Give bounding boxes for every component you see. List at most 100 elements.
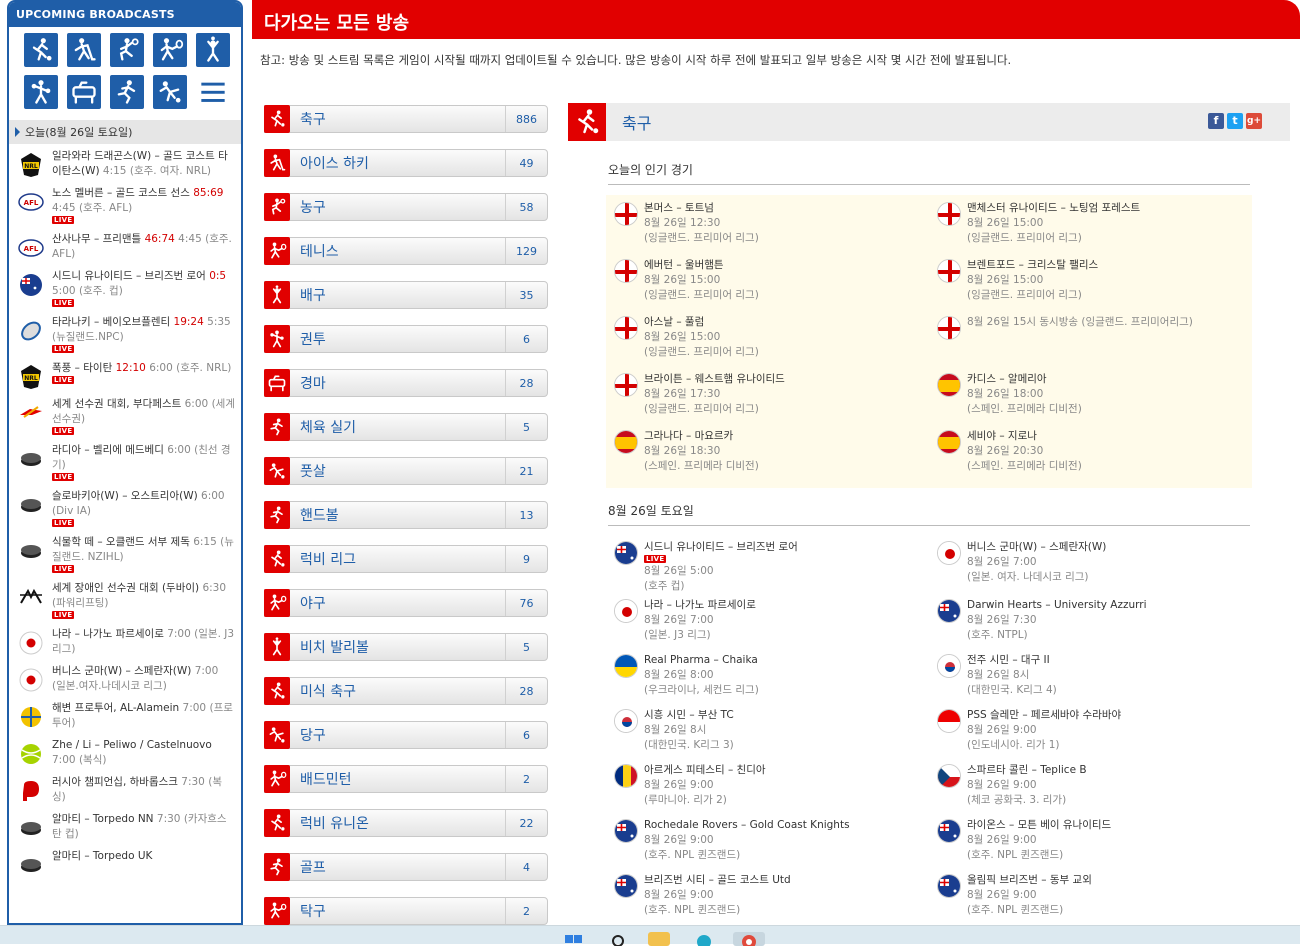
match-title[interactable]: 시흥 시민 – 부산 TC [644,708,734,723]
match-item[interactable]: 브라이튼 – 웨스트햄 유나이티드 8월 26일 17:30 (잉글랜드. 프리미어… [606,370,929,427]
match-title[interactable]: 브라이튼 – 웨스트햄 유나이티드 [644,372,785,387]
futsal-icon[interactable] [153,75,187,109]
sport-item-horse-racing[interactable]: 경마 28 [264,369,548,397]
hockey-icon[interactable] [67,33,101,67]
broadcast-item[interactable]: 나라 – 나가노 파르세이로 7:00 (일본. J3 리그) [9,624,241,661]
broadcast-item[interactable]: 버니스 군마(W) – 스페란자(W) 7:00 (일본.여자.나데시코 리그) [9,661,241,698]
sport-item-tennis[interactable]: 테니스 129 [264,237,548,265]
match-item[interactable]: 전주 시민 – 대구 II 8월 26일 8시 (대한민국. K리그 4) [929,651,1252,706]
match-item[interactable]: 시드니 유나이티드 – 브리즈번 로어 LIVE 8월 26일 5:00 (호주 컵) [606,538,929,596]
horse-racing-icon[interactable] [67,75,101,109]
menu-icon[interactable] [196,75,230,109]
match-title[interactable]: 아스날 – 풀럼 [644,315,759,330]
match-item[interactable]: Darwin Hearts – University Azzurri 8월 26일… [929,596,1252,651]
match-title[interactable]: 그라나다 – 마요르카 [644,429,759,444]
sport-item-soccer[interactable]: 축구 886 [264,105,548,133]
broadcast-item[interactable]: Zhe / Li – Peliwo / Castelnuovo 7:00 (복식… [9,735,241,772]
match-item[interactable]: 8월 26일 15시 동시방송 (잉글랜드. 프리미어리그) [929,313,1252,370]
match-title[interactable]: 브렌트포드 – 크리스탈 팰리스 [967,258,1098,273]
broadcast-item[interactable]: 세계 선수권 대회, 부다페스트 6:00 (세계 선수권) LIVE [9,394,241,440]
basketball-icon[interactable] [110,33,144,67]
broadcast-item[interactable]: AFL 노스 멜버른 – 골드 코스트 선스 85:69 4:45 (호주. AF… [9,183,241,229]
broadcast-item[interactable]: NRL 폭풍 – 타이탄 12:10 6:00 (호주. NRL) LIVE [9,358,241,394]
sport-item-basketball[interactable]: 농구 58 [264,193,548,221]
broadcast-item[interactable]: 세계 장애인 선수권 대회 (두바이) 6:30 (파워리프팅) LIVE [9,578,241,624]
sport-item-rugby-league[interactable]: 럭비 리그 9 [264,545,548,573]
sport-item-beach-volleyball[interactable]: 비치 발리볼 5 [264,633,548,661]
broadcast-item[interactable]: 알마티 – Torpedo UK [9,846,241,882]
broadcast-item[interactable]: 라디아 – 벨리에 메드베디 6:00 (친선 경기) LIVE [9,440,241,486]
match-title[interactable]: Real Pharma – Chaika [644,653,759,668]
volleyball-icon[interactable] [196,33,230,67]
broadcast-item[interactable]: NRL 일라와라 드래곤스(W) – 골드 코스트 타이탄스(W) 4:15 (호… [9,146,241,183]
match-title[interactable]: 아르게스 피테스티 – 친디아 [644,763,766,778]
match-item[interactable]: 아르게스 피테스티 – 친디아 8월 26일 9:00 (루마니아. 리가 2) [606,761,929,816]
sport-item-american-football[interactable]: 미식 축구 28 [264,677,548,705]
sport-item-futsal[interactable]: 풋살 21 [264,457,548,485]
match-title[interactable]: 세비야 – 지로나 [967,429,1082,444]
match-item[interactable]: 브리즈번 시티 – 골드 코스트 Utd 8월 26일 9:00 (호주. NPL … [606,871,929,925]
google-plus-icon[interactable]: g+ [1246,113,1262,129]
match-title[interactable]: 버니스 군마(W) – 스페란자(W) [967,540,1106,555]
match-title[interactable]: 브리즈번 시티 – 골드 코스트 Utd [644,873,791,888]
broadcast-item[interactable]: AFL 산사나무 – 프리맨틀 46:74 4:45 (호주. AFL) [9,229,241,266]
match-item[interactable]: 브렌트포드 – 크리스탈 팰리스 8월 26일 15:00 (잉글랜드. 프리미어 … [929,256,1252,313]
match-item[interactable]: 라이온스 – 모튼 베이 유나이티드 8월 26일 9:00 (호주. NPL 퀸즈… [929,816,1252,871]
match-title[interactable]: 라이온스 – 모튼 베이 유나이티드 [967,818,1111,833]
match-item[interactable]: 시흥 시민 – 부산 TC 8월 26일 8시 (대한민국. K리그 3) [606,706,929,761]
match-title[interactable]: 본머스 – 토트넘 [644,201,759,216]
broadcast-title: 시드니 유나이티드 – 브리즈번 로어 [52,270,206,282]
broadcast-item[interactable]: 타라나키 – 베이오브플렌티 19:24 5:35 (뉴질랜드.NPC) LIVE [9,312,241,358]
match-title[interactable]: 에버턴 – 울버햄튼 [644,258,759,273]
match-item[interactable]: 맨체스터 유나이티드 – 노팅엄 포레스트 8월 26일 15:00 (잉글랜드. … [929,199,1252,256]
match-item[interactable]: PSS 슬레만 – 페르세바야 수라바야 8월 26일 9:00 (인도네시아. 리… [929,706,1252,761]
match-item[interactable]: 그라나다 – 마요르카 8월 26일 18:30 (스페인. 프리메라 디비전) [606,427,929,484]
sport-item-boxing[interactable]: 권투 6 [264,325,548,353]
facebook-icon[interactable]: f [1208,113,1224,129]
sport-item-volleyball[interactable]: 배구 35 [264,281,548,309]
match-title[interactable]: 시드니 유나이티드 – 브리즈번 로어 [644,540,798,555]
broadcast-item[interactable]: 러시아 챔피언십, 하바롭스크 7:30 (복싱) [9,772,241,809]
match-title[interactable]: 스파르타 콜린 – Teplice B [967,763,1087,778]
match-item[interactable]: 아스날 – 풀럼 8월 26일 15:00 (잉글랜드. 프리미어 리그) [606,313,929,370]
match-item[interactable]: 세비야 – 지로나 8월 26일 20:30 (스페인. 프리메라 디비전) [929,427,1252,484]
broadcast-item[interactable]: 식물학 떼 – 오클랜드 서부 제독 6:15 (뉴질랜드. NZIHL) LIV… [9,532,241,578]
match-item[interactable]: 버니스 군마(W) – 스페란자(W) 8월 26일 7:00 (일본. 여자. 나… [929,538,1252,596]
soccer-icon[interactable] [24,33,58,67]
match-item[interactable]: 올림픽 브리즈번 – 동부 교외 8월 26일 9:00 (호주. NPL 퀸즈랜드… [929,871,1252,925]
broadcast-item[interactable]: 슬로바키아(W) – 오스트리아(W) 6:00 (Div IA) LIVE [9,486,241,532]
sport-item-billiards[interactable]: 당구 6 [264,721,548,749]
match-title[interactable]: Darwin Hearts – University Azzurri [967,598,1146,613]
match-item[interactable]: 나라 – 나가노 파르세이로 8월 26일 7:00 (일본. J3 리그) [606,596,929,651]
match-title[interactable]: Rochedale Rovers – Gold Coast Knights [644,818,850,833]
match-title[interactable]: 올림픽 브리즈번 – 동부 교외 [967,873,1092,888]
broadcast-item[interactable]: 해변 프로투어, AL-Alamein 7:00 (프로투어) [9,698,241,735]
match-item[interactable]: Rochedale Rovers – Gold Coast Knights 8월 … [606,816,929,871]
sport-item-handball[interactable]: 핸드볼 13 [264,501,548,529]
sport-item-rugby-union[interactable]: 럭비 유니온 22 [264,809,548,837]
match-item[interactable]: 카디스 – 알메리아 8월 26일 18:00 (스페인. 프리메라 디비전) [929,370,1252,427]
sport-item-baseball[interactable]: 야구 76 [264,589,548,617]
match-title[interactable]: 맨체스터 유나이티드 – 노팅엄 포레스트 [967,201,1140,216]
match-title[interactable]: 나라 – 나가노 파르세이로 [644,598,756,613]
tennis-icon[interactable] [153,33,187,67]
match-item[interactable]: 스파르타 콜린 – Teplice B 8월 26일 9:00 (체코 공화국. 3… [929,761,1252,816]
sport-item-table-tennis[interactable]: 탁구 2 [264,897,548,925]
match-title[interactable]: 카디스 – 알메리아 [967,372,1082,387]
sport-item-golf[interactable]: 골프 4 [264,853,548,881]
boxing-icon[interactable] [24,75,58,109]
today-header[interactable]: 오늘(8월 26일 토요일) [9,120,241,144]
broadcast-item[interactable]: 시드니 유나이티드 – 브리즈번 로어 0:5 5:00 (호주. 컵) LIVE [9,266,241,312]
match-item[interactable]: Real Pharma – Chaika 8월 26일 8:00 (우크라이나, 세… [606,651,929,706]
broadcast-item[interactable]: 알마티 – Torpedo NN 7:30 (카자흐스탄 컵) [9,809,241,846]
sport-item-badminton[interactable]: 배드민턴 2 [264,765,548,793]
sport-item-athletics[interactable]: 체육 실기 5 [264,413,548,441]
sport-item-ice-hockey[interactable]: 아이스 하키 49 [264,149,548,177]
athletics-icon[interactable] [110,75,144,109]
match-title[interactable]: PSS 슬레만 – 페르세바야 수라바야 [967,708,1121,723]
match-title[interactable]: 전주 시민 – 대구 II [967,653,1057,668]
match-item[interactable]: 본머스 – 토트넘 8월 26일 12:30 (잉글랜드. 프리미어 리그) [606,199,929,256]
twitter-icon[interactable]: t [1227,113,1243,129]
match-item[interactable]: 에버턴 – 울버햄튼 8월 26일 15:00 (잉글랜드. 프리미어 리그) [606,256,929,313]
broadcast-time: 7:30 [156,813,181,825]
